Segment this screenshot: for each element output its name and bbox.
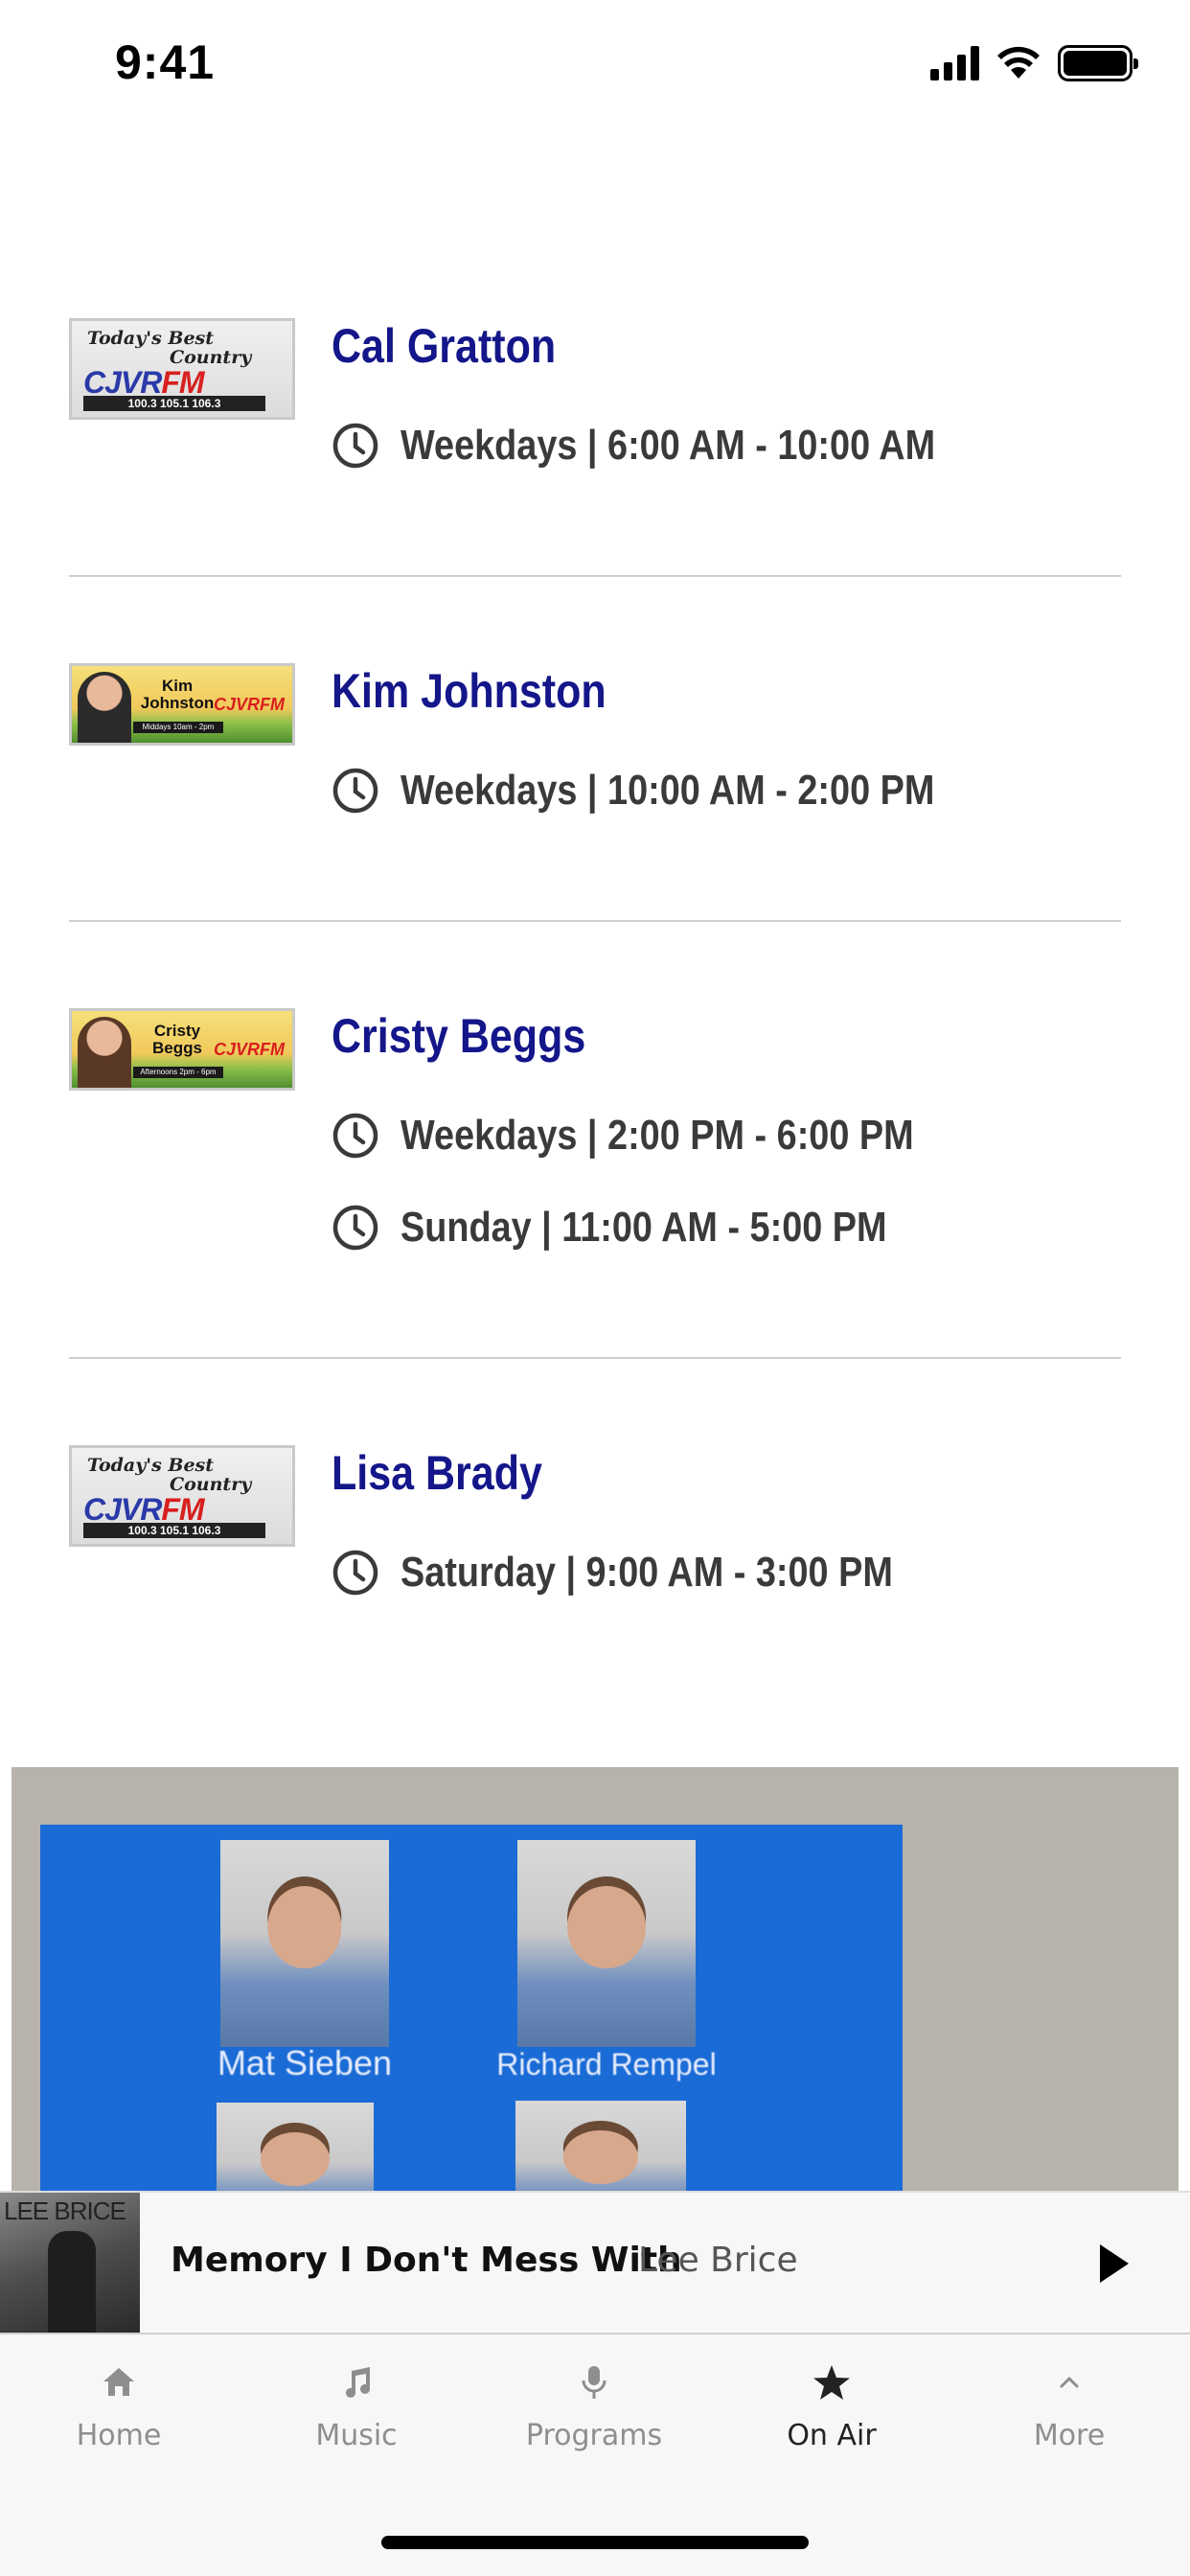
banner-host-name: Cristy Beggs bbox=[152, 1022, 202, 1057]
battery-icon bbox=[1058, 45, 1138, 81]
clock-icon bbox=[332, 1205, 378, 1251]
clock-icon bbox=[332, 768, 378, 814]
show-thumbnail: Today's Best Country CJVRFM 100.3 105.1 1… bbox=[69, 1445, 295, 1547]
staff-promo-image[interactable]: Mat Sieben Richard Rempel bbox=[11, 1767, 1179, 2195]
staff-photo bbox=[217, 2103, 374, 2195]
staff-photo bbox=[515, 2101, 686, 2195]
banner-call-letters: CJVR bbox=[213, 695, 260, 714]
time-slot: Weekdays | 10:00 AM - 2:00 PM bbox=[332, 767, 1021, 815]
banner-fm: FM bbox=[260, 1040, 285, 1059]
staff-member: Mat Sieben bbox=[217, 1840, 392, 2082]
show-thumbnail: Cristy Beggs Afternoons 2pm - 6pm CJVRFM bbox=[69, 1008, 295, 1091]
logo-fm: FM bbox=[161, 365, 204, 400]
schedule-item[interactable]: Kim Johnston Middays 10am - 2pm CJVRFM K… bbox=[69, 663, 1121, 855]
time-slot: Weekdays | 6:00 AM - 10:00 AM bbox=[332, 422, 1022, 470]
show-host-name[interactable]: Lisa Brady bbox=[332, 1445, 542, 1501]
play-button[interactable] bbox=[1083, 2235, 1140, 2292]
tab-home[interactable]: Home bbox=[13, 2359, 224, 2452]
staff-member: Richard Rempel bbox=[496, 1840, 717, 2082]
host-photo bbox=[78, 1017, 131, 1088]
banner-call-letters: CJVR bbox=[213, 1040, 260, 1059]
logo-frequencies: 100.3 105.1 106.3 bbox=[83, 396, 265, 411]
show-host-name[interactable]: Cristy Beggs bbox=[332, 1008, 585, 1064]
status-bar: 9:41 bbox=[0, 0, 1190, 134]
schedule-item[interactable]: Today's Best Country CJVRFM 100.3 105.1 1… bbox=[69, 1445, 1121, 1637]
time-slot: Sunday | 11:00 AM - 5:00 PM bbox=[332, 1204, 966, 1252]
album-art: LEE BRICE bbox=[0, 2193, 140, 2333]
time-slot-text: Weekdays | 6:00 AM - 10:00 AM bbox=[400, 422, 936, 469]
tab-label: On Air bbox=[787, 2419, 877, 2452]
tab-music[interactable]: Music bbox=[251, 2359, 462, 2452]
tab-label: More bbox=[1033, 2419, 1106, 2452]
clock-icon bbox=[332, 1113, 378, 1159]
staff-member bbox=[515, 2101, 686, 2195]
clock-icon bbox=[332, 1550, 378, 1596]
now-playing-artist: Lee Brice bbox=[638, 2241, 798, 2280]
staff-name: Richard Rempel bbox=[496, 2047, 717, 2082]
music-note-icon bbox=[346, 2367, 370, 2398]
microphone-icon bbox=[582, 2366, 606, 2399]
schedule-item[interactable]: Today's Best Country CJVRFM 100.3 105.1 1… bbox=[69, 318, 1121, 510]
staff-member bbox=[217, 2103, 374, 2195]
time-slot: Saturday | 9:00 AM - 3:00 PM bbox=[332, 1549, 973, 1597]
tab-label: Music bbox=[315, 2419, 398, 2452]
banner-host-name: Kim Johnston bbox=[140, 677, 215, 712]
station-logo: Today's Best Country CJVRFM 100.3 105.1 1… bbox=[72, 321, 292, 417]
staff-photo bbox=[220, 1840, 389, 2047]
logo-fm: FM bbox=[161, 1492, 204, 1527]
time-slot-text: Weekdays | 2:00 PM - 6:00 PM bbox=[400, 1112, 914, 1159]
logo-tagline: Today's Best bbox=[87, 1455, 215, 1476]
chevron-up-icon bbox=[1060, 2377, 1079, 2388]
now-playing-title: Memory I Don't Mess With bbox=[171, 2241, 682, 2280]
show-host-name[interactable]: Cal Gratton bbox=[332, 318, 556, 374]
time-slot-text: Saturday | 9:00 AM - 3:00 PM bbox=[400, 1549, 893, 1596]
banner-time: Middays 10am - 2pm bbox=[133, 722, 223, 733]
host-banner: Cristy Beggs Afternoons 2pm - 6pm CJVRFM bbox=[72, 1011, 292, 1088]
logo-frequencies: 100.3 105.1 106.3 bbox=[83, 1523, 265, 1538]
divider bbox=[69, 575, 1121, 577]
tab-more[interactable]: More bbox=[964, 2359, 1175, 2452]
promo-panel: Mat Sieben Richard Rempel bbox=[40, 1825, 903, 2195]
album-art-text: LEE BRICE bbox=[4, 2196, 126, 2225]
cellular-signal-icon bbox=[930, 46, 979, 80]
now-playing-bar[interactable]: LEE BRICE Memory I Don't Mess With Lee B… bbox=[0, 2191, 1190, 2334]
show-thumbnail: Today's Best Country CJVRFM 100.3 105.1 1… bbox=[69, 318, 295, 420]
host-photo bbox=[78, 672, 131, 743]
wifi-icon bbox=[997, 46, 1040, 79]
banner-fm: FM bbox=[260, 695, 285, 714]
station-logo: Today's Best Country CJVRFM 100.3 105.1 1… bbox=[72, 1448, 292, 1544]
status-time: 9:41 bbox=[115, 35, 216, 89]
time-slot-text: Weekdays | 10:00 AM - 2:00 PM bbox=[400, 767, 935, 814]
tab-label: Programs bbox=[525, 2419, 663, 2452]
tab-label: Home bbox=[76, 2419, 162, 2452]
divider bbox=[69, 920, 1121, 922]
time-slot: Weekdays | 2:00 PM - 6:00 PM bbox=[332, 1112, 997, 1160]
status-icons bbox=[930, 44, 1138, 82]
show-host-name[interactable]: Kim Johnston bbox=[332, 663, 606, 719]
home-icon bbox=[103, 2368, 134, 2396]
schedule-item[interactable]: Cristy Beggs Afternoons 2pm - 6pm CJVRFM… bbox=[69, 1008, 1121, 1257]
logo-call-letters: CJVR bbox=[83, 1492, 162, 1527]
logo-tagline: Today's Best bbox=[87, 328, 215, 349]
time-slot-text: Sunday | 11:00 AM - 5:00 PM bbox=[400, 1204, 887, 1251]
clock-icon bbox=[332, 423, 378, 469]
home-indicator bbox=[381, 2536, 809, 2549]
divider bbox=[69, 1357, 1121, 1359]
star-icon bbox=[813, 2365, 850, 2400]
banner-time: Afternoons 2pm - 6pm bbox=[133, 1067, 223, 1078]
logo-call-letters: CJVR bbox=[83, 365, 162, 400]
staff-name: Mat Sieben bbox=[217, 2043, 393, 2082]
staff-photo bbox=[517, 1840, 696, 2047]
tab-programs[interactable]: Programs bbox=[489, 2359, 699, 2452]
host-banner: Kim Johnston Middays 10am - 2pm CJVRFM bbox=[72, 666, 292, 743]
tab-on-air[interactable]: On Air bbox=[726, 2359, 937, 2452]
show-thumbnail: Kim Johnston Middays 10am - 2pm CJVRFM bbox=[69, 663, 295, 746]
